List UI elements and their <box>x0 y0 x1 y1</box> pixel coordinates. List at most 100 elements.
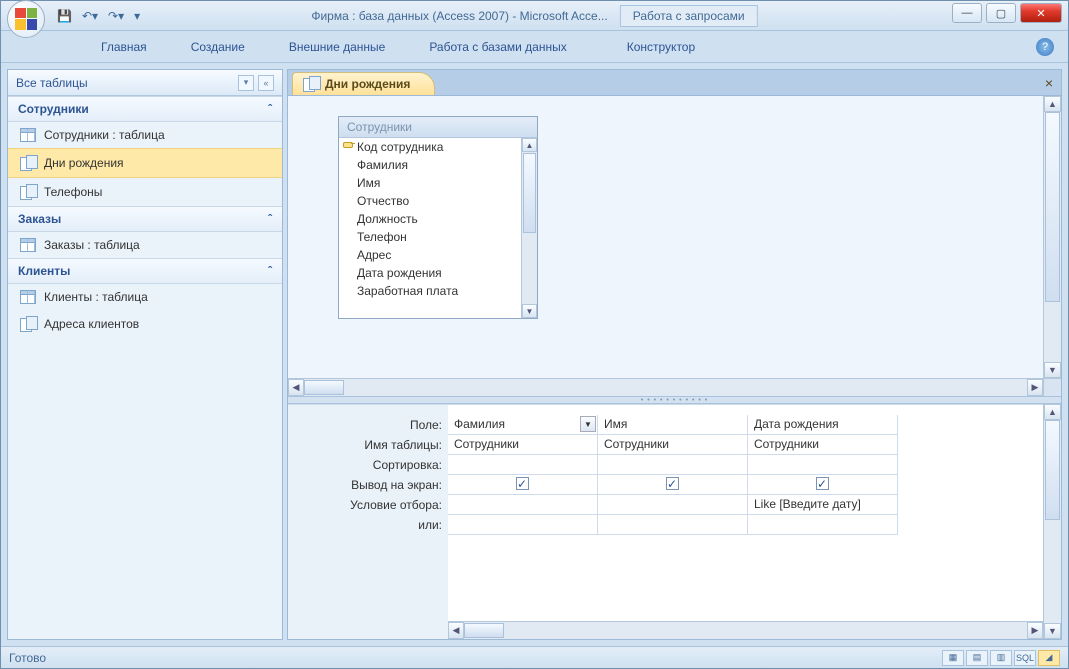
scroll-right-icon[interactable]: ▶ <box>1027 379 1043 396</box>
dropdown-icon[interactable]: ▼ <box>580 416 596 432</box>
cell-criteria-0[interactable] <box>448 495 598 515</box>
cell-table-2[interactable]: Сотрудники <box>748 435 898 455</box>
nav-title: Все таблицы <box>16 76 88 90</box>
field-key[interactable]: Код сотрудника <box>339 138 537 156</box>
checkbox-icon[interactable] <box>816 477 829 490</box>
splitter[interactable]: • • • • • • • • • • • <box>288 396 1061 404</box>
nav-item-klienty-table[interactable]: Клиенты : таблица <box>8 284 282 310</box>
minimize-button[interactable]: — <box>952 3 982 23</box>
nav-item-adresa-klientov[interactable]: Адреса клиентов <box>8 310 282 338</box>
cell-table-0[interactable]: Сотрудники <box>448 435 598 455</box>
context-tools-label: Работа с запросами <box>620 5 758 27</box>
scroll-thumb[interactable] <box>304 380 344 395</box>
scroll-thumb[interactable] <box>523 153 536 233</box>
cell-field-0[interactable]: Фамилия▼ <box>448 415 598 435</box>
cell-or-2[interactable] <box>748 515 898 535</box>
nav-item-dni-rozhdeniya[interactable]: Дни рождения <box>8 148 282 178</box>
scroll-down-icon[interactable]: ▼ <box>1044 623 1061 639</box>
scroll-thumb[interactable] <box>1045 420 1060 520</box>
nav-item-telefony[interactable]: Телефоны <box>8 178 282 206</box>
table-icon <box>20 128 36 142</box>
collapse-icon: ˆ <box>268 264 272 278</box>
qat-dropdown-icon[interactable]: ▾ <box>134 9 140 23</box>
checkbox-icon[interactable] <box>666 477 679 490</box>
view-design-icon[interactable]: ◢ <box>1038 650 1060 666</box>
lower-hscroll[interactable]: ◀ ▶ <box>448 621 1043 639</box>
scroll-left-icon[interactable]: ◀ <box>288 379 304 396</box>
tab-external[interactable]: Внешние данные <box>279 36 396 58</box>
fieldlist-scrollbar[interactable]: ▲ ▼ <box>521 138 537 318</box>
cell-table-1[interactable]: Сотрудники <box>598 435 748 455</box>
office-button[interactable] <box>7 0 45 38</box>
cell-show-2[interactable] <box>748 475 898 495</box>
view-pivot-icon[interactable]: ▤ <box>966 650 988 666</box>
cell-criteria-2[interactable]: Like [Введите дату] <box>748 495 898 515</box>
undo-icon[interactable]: ↶▾ <box>82 9 98 23</box>
cell-sort-0[interactable] <box>448 455 598 475</box>
cell-field-1[interactable]: Имя <box>598 415 748 435</box>
scroll-thumb[interactable] <box>464 623 504 638</box>
collapse-icon: ˆ <box>268 212 272 226</box>
nav-item-sotrudniki-table[interactable]: Сотрудники : таблица <box>8 122 282 148</box>
view-sql-button[interactable]: SQL <box>1014 650 1036 666</box>
help-button[interactable]: ? <box>1036 38 1054 56</box>
table-box-sotrudniki[interactable]: Сотрудники Код сотрудника Фамилия Имя От… <box>338 116 538 319</box>
redo-icon[interactable]: ↷▾ <box>108 9 124 23</box>
cell-or-1[interactable] <box>598 515 748 535</box>
cell-sort-2[interactable] <box>748 455 898 475</box>
field-item[interactable]: Должность <box>339 210 537 228</box>
doc-tab-dni-rozhdeniya[interactable]: Дни рождения <box>292 72 435 95</box>
lower-vscroll[interactable]: ▲ ▼ <box>1043 404 1061 639</box>
scroll-down-icon[interactable]: ▼ <box>1044 362 1061 378</box>
field-item[interactable]: Фамилия <box>339 156 537 174</box>
cell-show-0[interactable] <box>448 475 598 495</box>
cell-or-0[interactable] <box>448 515 598 535</box>
save-icon[interactable]: 💾 <box>57 9 72 23</box>
group-sotrudniki[interactable]: Сотрудникиˆ <box>8 96 282 122</box>
upper-hscroll[interactable]: ◀ ▶ <box>288 378 1061 396</box>
scroll-right-icon[interactable]: ▶ <box>1027 622 1043 639</box>
close-button[interactable]: ✕ <box>1020 3 1062 23</box>
view-datasheet-icon[interactable]: ▦ <box>942 650 964 666</box>
nav-header[interactable]: Все таблицы ▾ « <box>8 70 282 96</box>
group-klienty[interactable]: Клиентыˆ <box>8 258 282 284</box>
checkbox-icon[interactable] <box>516 477 529 490</box>
cell-sort-1[interactable] <box>598 455 748 475</box>
tab-db[interactable]: Работа с базами данных <box>419 36 576 58</box>
app-title-text: Фирма : база данных (Access 2007) - Micr… <box>311 9 607 23</box>
doc-close-icon[interactable]: × <box>1045 75 1053 91</box>
table-box-title: Сотрудники <box>339 117 537 138</box>
nav-item-zakazy-table[interactable]: Заказы : таблица <box>8 232 282 258</box>
field-item[interactable]: Отчество <box>339 192 537 210</box>
navigation-pane: Все таблицы ▾ « Сотрудникиˆ Сотрудники :… <box>7 69 283 640</box>
row-criteria: Like [Введите дату] <box>448 495 1043 515</box>
cell-criteria-1[interactable] <box>598 495 748 515</box>
group-zakazy[interactable]: Заказыˆ <box>8 206 282 232</box>
scroll-left-icon[interactable]: ◀ <box>448 622 464 639</box>
scroll-up-icon[interactable]: ▲ <box>1044 404 1061 420</box>
field-item[interactable]: Телефон <box>339 228 537 246</box>
field-item[interactable]: Имя <box>339 174 537 192</box>
cell-field-2[interactable]: Дата рождения <box>748 415 898 435</box>
row-sort <box>448 455 1043 475</box>
field-item[interactable]: Адрес <box>339 246 537 264</box>
scroll-down-icon[interactable]: ▼ <box>522 304 537 318</box>
view-chart-icon[interactable]: ▥ <box>990 650 1012 666</box>
tab-home[interactable]: Главная <box>91 36 157 58</box>
field-item[interactable]: Заработная плата <box>339 282 537 300</box>
status-text: Готово <box>9 651 46 665</box>
nav-collapse-icon[interactable]: « <box>258 75 274 91</box>
maximize-button[interactable]: ▢ <box>986 3 1016 23</box>
table-canvas[interactable]: Сотрудники Код сотрудника Фамилия Имя От… <box>288 96 1043 378</box>
nav-dropdown-icon[interactable]: ▾ <box>238 75 254 91</box>
app-window: 💾 ↶▾ ↷▾ ▾ Фирма : база данных (Access 20… <box>0 0 1069 669</box>
scroll-thumb[interactable] <box>1045 112 1060 302</box>
scroll-up-icon[interactable]: ▲ <box>1044 96 1061 112</box>
scroll-up-icon[interactable]: ▲ <box>522 138 537 152</box>
cell-show-1[interactable] <box>598 475 748 495</box>
upper-vscroll[interactable]: ▲ ▼ <box>1043 96 1061 378</box>
query-icon <box>20 184 36 200</box>
tab-design[interactable]: Конструктор <box>617 36 705 58</box>
field-item[interactable]: Дата рождения <box>339 264 537 282</box>
tab-create[interactable]: Создание <box>181 36 255 58</box>
